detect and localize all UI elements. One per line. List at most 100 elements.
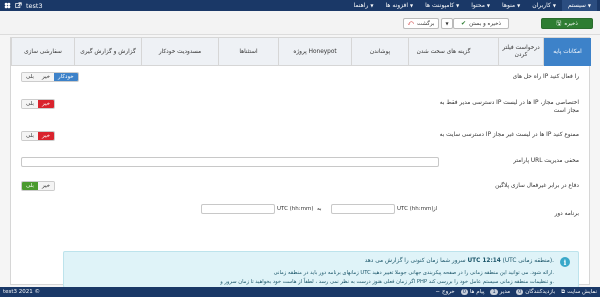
external-link-icon: ⧉ (561, 288, 566, 295)
menu-components[interactable]: کامپوننت ها ▼ (419, 0, 465, 11)
save-dropdown-button[interactable]: ▼ (441, 18, 453, 29)
info-line-1-post: (UTC منطقه زمانی). (502, 258, 554, 264)
ip-workarounds-toggle: بلی خیر خودکار (21, 72, 79, 82)
admin-whitelist-toggle: بلی خیر (21, 99, 56, 109)
main-menu: سیستم ▼ کاربران ▼ منوها ▼ محتوا ▼ کامپوننت ه… (348, 0, 597, 11)
tab-auto-ban[interactable]: مسدودیت خودکار (141, 38, 218, 66)
option-no[interactable]: بلی (22, 73, 38, 81)
tab-logging-reporting[interactable]: گزارش و گزارش گیری (74, 38, 141, 66)
secret-url-label: پارامتر URL مخفی مدیریت (513, 158, 579, 164)
settings-panel: امکانات پایه درخواست فیلتر کردن گزینه ها… (10, 37, 591, 288)
status-label: خروج (442, 289, 455, 295)
status-items: ⧉ نمایش سایت 0 بازدیدکنندگان 1 مدیر 0 پی… (435, 287, 597, 297)
tab-content: راه حل های IP را فعال کنید بلی خیر خودکا… (11, 66, 591, 288)
save-icon: 🖫 (556, 19, 562, 27)
admins-count: 1 مدیر (490, 289, 510, 295)
copyright: test3 2021 © (3, 289, 41, 295)
save-and-close-button[interactable]: ✔ ذخیره و بستن (453, 18, 509, 29)
status-label: پیام ها (469, 289, 485, 295)
menu-system[interactable]: سیستم ▼ (561, 0, 597, 11)
caret-down-icon: ▼ (552, 3, 556, 8)
back-arrow-icon: ⤺ (407, 19, 414, 27)
tab-basic-features[interactable]: امکانات پایه (543, 38, 591, 66)
save-label: ذخیره (564, 20, 578, 27)
server-time-info: i سرور شما زمان کنونی را گزارش می دهد UT… (63, 251, 579, 288)
save-button[interactable]: 🖫 ذخیره (541, 18, 593, 29)
save-close-label: ذخیره و بستن (469, 20, 501, 27)
site-name-link[interactable]: test3 (26, 2, 43, 10)
option-mid[interactable]: خیر (37, 73, 55, 81)
info-icon: i (560, 257, 570, 267)
server-time: UTC 12:14 (467, 258, 501, 264)
ip-workarounds-label: راه حل های IP را فعال کنید (512, 74, 579, 80)
tz-label-from: UTC (hh:mm) (397, 206, 434, 212)
secret-url-input[interactable] (21, 157, 439, 167)
menu-label: منوها (502, 2, 516, 9)
back-button[interactable]: ⤺ برگشت (403, 18, 439, 29)
external-link-icon[interactable] (15, 2, 22, 9)
menu-users[interactable]: کاربران ▼ (526, 0, 562, 11)
logout-link[interactable]: − خروج (435, 289, 454, 295)
caret-down-icon: ▼ (370, 3, 374, 8)
option-yes[interactable]: بلی (22, 182, 38, 190)
info-line-2: زمانهای برنامه دور باید در منطقه زمانی U… (273, 270, 554, 276)
plugin-defense-label: دفاع در برابر غیرفعال سازی پلاگین (495, 183, 579, 189)
messages-link[interactable]: 0 پیام ها (460, 289, 485, 295)
joomla-logo-icon[interactable] (4, 2, 11, 9)
away-to-input[interactable] (201, 204, 275, 214)
navbar-left: test3 (0, 0, 43, 11)
count-badge: 0 (460, 289, 468, 295)
from-label: از (433, 206, 438, 212)
option-no[interactable]: خیر (37, 182, 55, 190)
tab-cloaking[interactable]: پوشاندن (351, 38, 408, 66)
count-badge: 1 (490, 289, 498, 295)
menu-label: کامپوننت ها (425, 2, 455, 9)
menu-label: محتوا (471, 2, 485, 9)
blacklist-label: دسترسی سایت به IP ها در لیست غیر مجاز IP… (439, 132, 579, 138)
visitors-count: 0 بازدیدکنندگان (516, 289, 555, 295)
count-badge: 0 (516, 289, 524, 295)
tab-honeypot-project[interactable]: پروژه Honeypot (278, 38, 351, 66)
info-line-1-pre: سرور شما زمان کنونی را گزارش می دهد (364, 258, 466, 264)
menu-content[interactable]: محتوا ▼ (465, 0, 496, 11)
tab-hardening-options[interactable]: گزینه های سخت شدن (408, 38, 478, 66)
plugin-defense-toggle: بلی خیر (21, 181, 56, 191)
caret-down-icon: ▼ (587, 3, 591, 8)
tab-request-filtering[interactable]: درخواست فیلتر کردن (498, 38, 543, 66)
info-line-3: اگر زمان فعلی هنوز درست به نظر نمی رسد ،… (220, 279, 554, 285)
option-yes[interactable]: بلی (22, 100, 38, 108)
menu-label: افزونه ها (385, 2, 408, 9)
option-no[interactable]: خیر (37, 100, 55, 108)
tab-bar: امکانات پایه درخواست فیلتر کردن گزینه ها… (11, 38, 591, 66)
option-no[interactable]: خیر (37, 132, 55, 140)
status-bar: test3 2021 © ⧉ نمایش سایت 0 بازدیدکنندگا… (0, 287, 600, 297)
caret-down-icon: ▼ (486, 3, 490, 8)
menu-label: راهنما (353, 2, 369, 9)
info-line-1: سرور شما زمان کنونی را گزارش می دهد UTC … (365, 258, 554, 264)
menu-menus[interactable]: منوها ▼ (496, 0, 526, 11)
menu-label: کاربران (532, 2, 551, 9)
admin-whitelist-label: دسترسی مدیر فقط به IP ها در لیست IP اختص… (439, 100, 579, 114)
top-navbar: test3 سیستم ▼ کاربران ▼ منوها ▼ محتوا ▼ کامپ… (0, 0, 600, 11)
to-label: به (317, 206, 322, 212)
menu-extensions[interactable]: افزونه ها ▼ (379, 0, 419, 11)
status-label: مدیر (499, 289, 511, 295)
tab-exceptions[interactable]: استثناها (218, 38, 278, 66)
tz-label-to: UTC (hh:mm) (277, 206, 314, 212)
blacklist-toggle: بلی خیر (21, 131, 56, 141)
view-site-link[interactable]: ⧉ نمایش سایت (561, 289, 597, 296)
status-label: نمایش سایت (567, 289, 597, 295)
toolbar: 🖫 ذخیره ✔ ذخیره و بستن ▼ ⤺ برگشت (0, 11, 600, 35)
status-label: بازدیدکنندگان (525, 289, 556, 295)
caret-down-icon: ▼ (517, 3, 521, 8)
caret-down-icon: ▼ (410, 3, 414, 8)
menu-label: سیستم (567, 2, 586, 9)
minus-icon: − (435, 289, 441, 295)
menu-help[interactable]: راهنما ▼ (348, 0, 380, 11)
option-yes[interactable]: بلی (22, 132, 38, 140)
tab-customization[interactable]: سفارشی سازی (11, 38, 74, 66)
away-from-input[interactable] (331, 204, 395, 214)
option-auto[interactable]: خودکار (54, 73, 78, 81)
caret-down-icon: ▼ (445, 21, 449, 26)
caret-down-icon: ▼ (456, 3, 460, 8)
